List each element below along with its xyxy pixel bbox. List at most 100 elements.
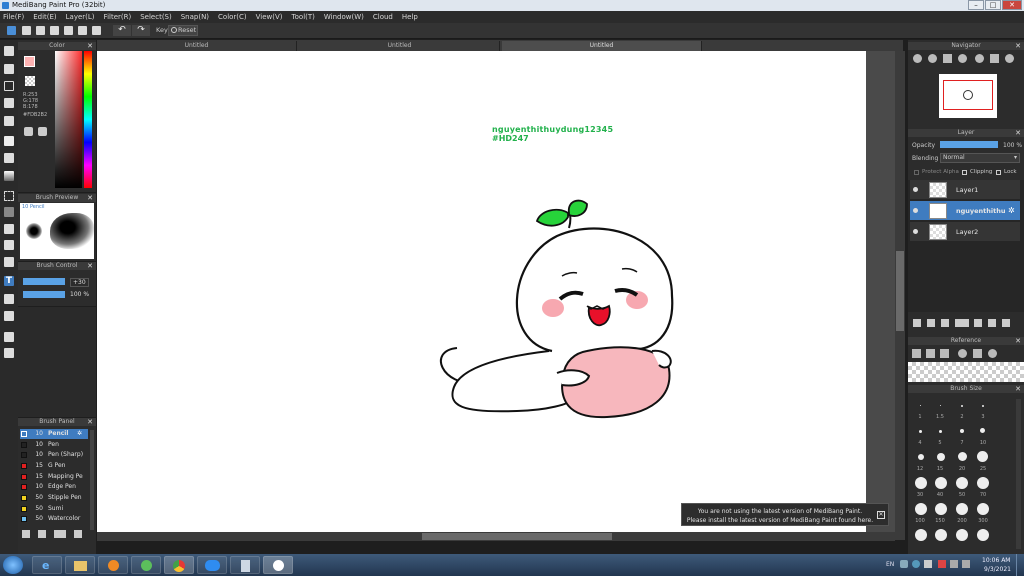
brush-item-pen-sharp[interactable]: 10 Pen (Sharp): [20, 450, 92, 460]
close-icon[interactable]: ✕: [87, 418, 93, 426]
add-brush-icon[interactable]: [22, 530, 30, 538]
menu-color[interactable]: Color(C): [218, 13, 247, 21]
zoom-out-icon[interactable]: [928, 54, 937, 63]
horizontal-scrollbar[interactable]: [97, 532, 895, 541]
reset-button[interactable]: Reset: [168, 25, 198, 36]
tab-untitled-2[interactable]: Untitled: [300, 41, 500, 51]
drawing-canvas[interactable]: [97, 51, 866, 532]
menu-snap[interactable]: Snap(N): [181, 13, 209, 21]
cloud-icon[interactable]: [7, 26, 16, 35]
operation-tool-icon[interactable]: [4, 294, 14, 304]
save-icon[interactable]: [64, 26, 73, 35]
reference-fit-icon[interactable]: [973, 349, 982, 358]
brush-item-mapping-pen[interactable]: 15 Mapping Pe: [20, 472, 92, 482]
bucket-tool-icon[interactable]: [4, 153, 14, 163]
zoom-in-icon[interactable]: [913, 54, 922, 63]
tab-untitled-3[interactable]: Untitled: [502, 41, 702, 51]
brush-item-watercolor[interactable]: 50 Watercolor: [20, 514, 92, 524]
brush-tool-icon[interactable]: [4, 46, 14, 56]
rotate-right-icon[interactable]: [1005, 54, 1014, 63]
close-icon[interactable]: ✕: [1015, 42, 1021, 50]
close-icon[interactable]: ✕: [877, 511, 885, 519]
vertical-scrollbar[interactable]: [895, 51, 905, 540]
delete-layer-icon[interactable]: [1002, 319, 1010, 327]
menu-view[interactable]: View(V): [256, 13, 283, 21]
taskbar-time[interactable]: 10:06 AM: [982, 557, 1010, 564]
brush-opacity-slider[interactable]: [23, 291, 65, 298]
eye-icon[interactable]: [913, 187, 918, 192]
menu-cloud[interactable]: Cloud: [373, 13, 393, 21]
brush-size-dot[interactable]: [939, 430, 942, 433]
brush-size-dot[interactable]: [920, 405, 921, 406]
brush-size-dot[interactable]: [961, 405, 963, 407]
menu-window[interactable]: Window(W): [324, 13, 364, 21]
tray-volume-icon[interactable]: [924, 560, 932, 568]
brush-size-dot[interactable]: [935, 503, 947, 515]
taskbar-zalo-icon[interactable]: [197, 556, 227, 574]
shape-tool-icon[interactable]: [4, 81, 14, 91]
vertical-scroll-thumb[interactable]: [896, 251, 904, 331]
foreground-color-swatch[interactable]: [24, 56, 35, 67]
layer-opacity-slider[interactable]: [940, 141, 998, 148]
brush-item-g-pen[interactable]: 15 G Pen: [20, 461, 92, 471]
brush-item-pen[interactable]: 10 Pen: [20, 440, 92, 450]
brush-item-stipple-pen[interactable]: 50 Stipple Pen: [20, 493, 92, 503]
brush-list-scrollbar[interactable]: [90, 430, 94, 530]
taskbar-ie-icon[interactable]: e: [32, 556, 62, 574]
delete-brush-icon[interactable]: [74, 530, 82, 538]
close-icon[interactable]: ✕: [87, 42, 93, 50]
brush-size-dot[interactable]: [935, 529, 947, 541]
reference-close-icon[interactable]: [940, 349, 949, 358]
close-icon[interactable]: ✕: [87, 262, 93, 270]
taskbar-medibang-icon[interactable]: [263, 556, 293, 574]
tray-antivirus-icon[interactable]: [938, 560, 946, 568]
tray-speaker-icon[interactable]: [950, 560, 958, 568]
close-icon[interactable]: ✕: [1015, 385, 1021, 393]
brush-item-edge-pen[interactable]: 10 Edge Pen: [20, 482, 92, 492]
menu-help[interactable]: Help: [402, 13, 418, 21]
brush-size-dot[interactable]: [915, 529, 927, 541]
transparent-swatch[interactable]: [25, 76, 35, 86]
start-button[interactable]: [3, 556, 23, 574]
new-halftone-layer-icon[interactable]: [927, 319, 935, 327]
reference-open-icon[interactable]: [926, 349, 935, 358]
menu-select[interactable]: Select(S): [140, 13, 172, 21]
reference-zoom-in-icon[interactable]: [958, 349, 967, 358]
layer-row-layer1[interactable]: Layer1: [910, 180, 1020, 200]
color-saturation-box[interactable]: [55, 51, 82, 188]
brush-size-dot[interactable]: [937, 453, 945, 461]
duplicate-layer-icon[interactable]: [988, 319, 996, 327]
brush-size-dot[interactable]: [977, 451, 988, 462]
magic-wand-icon[interactable]: [4, 224, 14, 234]
eye-icon[interactable]: [913, 229, 918, 234]
taskbar-explorer-icon[interactable]: [65, 556, 95, 574]
new-8bit-layer-icon[interactable]: [941, 319, 949, 327]
taskbar-chrome-icon[interactable]: [164, 556, 194, 574]
fill-rect-tool-icon[interactable]: [4, 136, 14, 146]
update-notice[interactable]: You are not using the latest version of …: [681, 503, 889, 526]
tray-zalo-icon[interactable]: [912, 560, 920, 568]
panel-icon[interactable]: [92, 26, 101, 35]
palette-icon[interactable]: [24, 127, 33, 136]
redo-icon[interactable]: ↷: [132, 25, 150, 36]
brush-item-pencil[interactable]: 10 Pencil ✲: [20, 429, 88, 439]
brush-size-slider[interactable]: [23, 278, 65, 285]
undo-icon[interactable]: ↶: [113, 25, 131, 36]
new-layer-icon[interactable]: [913, 319, 921, 327]
clipping-checkbox[interactable]: [962, 170, 967, 175]
show-desktop-button[interactable]: [1016, 554, 1024, 576]
brush-size-dot[interactable]: [982, 405, 984, 407]
minimize-button[interactable]: –: [968, 0, 984, 10]
eraser-tool-icon[interactable]: [4, 64, 14, 74]
close-icon[interactable]: ✕: [87, 194, 93, 202]
menu-file[interactable]: File(F): [3, 13, 24, 21]
layer-menu-icon[interactable]: [955, 319, 969, 327]
brush-size-dot[interactable]: [956, 503, 968, 515]
brush-size-dot[interactable]: [977, 529, 989, 541]
reference-zoom-out-icon[interactable]: [988, 349, 997, 358]
gradient-tool-icon[interactable]: [4, 171, 14, 181]
lock-checkbox[interactable]: [996, 170, 1001, 175]
open-icon[interactable]: [50, 26, 59, 35]
brush-size-dot[interactable]: [919, 430, 922, 433]
menu-layer[interactable]: Layer(L): [66, 13, 95, 21]
